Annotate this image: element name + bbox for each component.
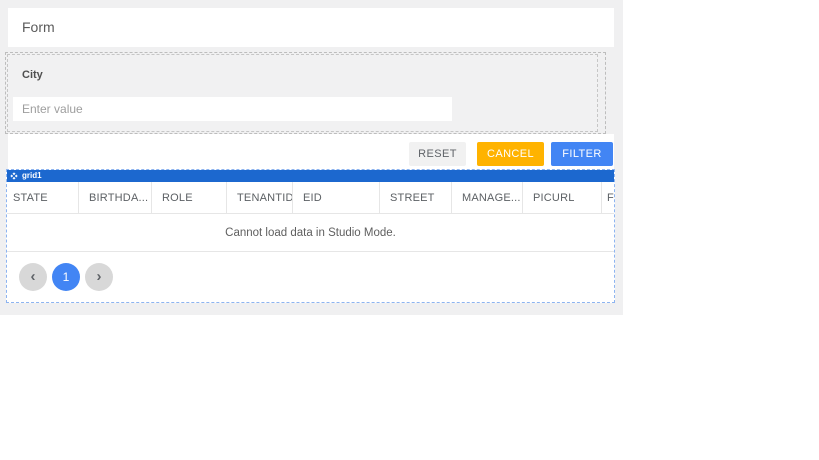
field-container[interactable]: City <box>7 54 598 132</box>
form-footer: RESET CANCEL FILTER <box>8 134 614 170</box>
grid-header-row: STATE BIRTHDA... ROLE TENANTID EID STREE… <box>7 182 614 214</box>
column-header-clipped: F <box>607 191 614 204</box>
grid-pagination: ‹ 1 › <box>7 252 614 302</box>
column-header-role: ROLE <box>152 182 227 213</box>
chevron-left-icon: ‹ <box>30 267 36 285</box>
form-title: Form <box>22 19 55 35</box>
pagination-prev-button[interactable]: ‹ <box>19 263 47 291</box>
column-header-state: STATE <box>7 182 79 213</box>
reset-button[interactable]: RESET <box>409 142 466 166</box>
form-header-card: Form <box>8 8 614 47</box>
filter-button[interactable]: FILTER <box>551 142 613 166</box>
form-body-canvas[interactable]: City <box>5 52 606 134</box>
grid-widget-handle[interactable]: grid1 <box>7 170 614 182</box>
column-header-eid: EID <box>293 182 380 213</box>
move-icon <box>10 172 18 180</box>
pagination-page-1[interactable]: 1 <box>52 263 80 291</box>
grid-empty-message: Cannot load data in Studio Mode. <box>7 214 614 252</box>
cancel-button[interactable]: CANCEL <box>477 142 544 166</box>
city-field-label: City <box>22 69 43 81</box>
column-header-birthday: BIRTHDA... <box>79 182 152 213</box>
column-header-tenantid: TENANTID <box>227 182 293 213</box>
column-header-manager: MANAGE... <box>452 182 523 213</box>
pagination-next-button[interactable]: › <box>85 263 113 291</box>
column-header-picurl: PICURL <box>523 182 602 213</box>
city-input[interactable] <box>13 97 452 121</box>
column-header-street: STREET <box>380 182 452 213</box>
chevron-right-icon: › <box>96 267 102 285</box>
grid-widget-label: grid1 <box>22 171 42 180</box>
grid-widget[interactable]: grid1 STATE BIRTHDA... ROLE TENANTID EID… <box>6 169 615 303</box>
studio-canvas: Form City RESET CANCEL FILTER grid1 STAT… <box>0 0 623 315</box>
